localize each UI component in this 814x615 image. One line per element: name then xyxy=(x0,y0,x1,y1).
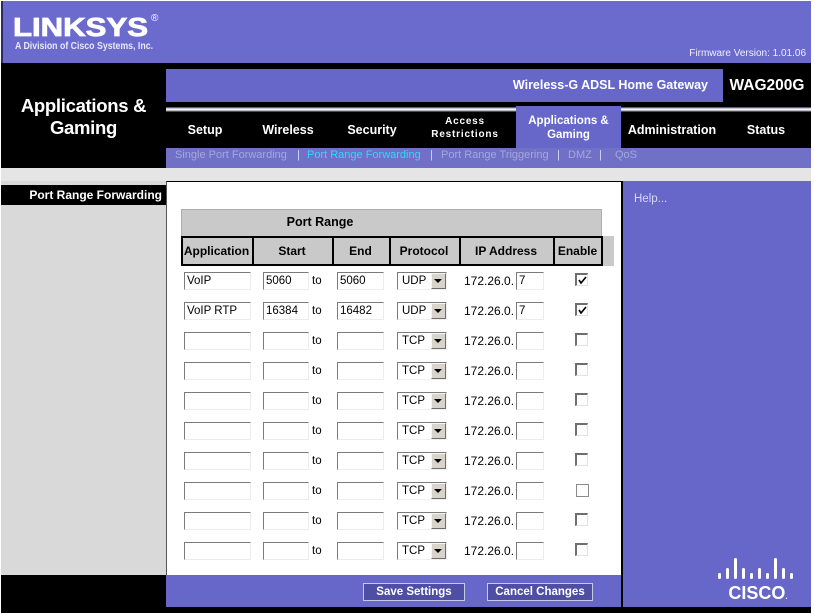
svg-text:®: ® xyxy=(151,14,159,24)
svg-text:LINKSYS: LINKSYS xyxy=(13,14,148,42)
svg-text:A Division of Cisco Systems, I: A Division of Cisco Systems, Inc. xyxy=(15,41,153,52)
